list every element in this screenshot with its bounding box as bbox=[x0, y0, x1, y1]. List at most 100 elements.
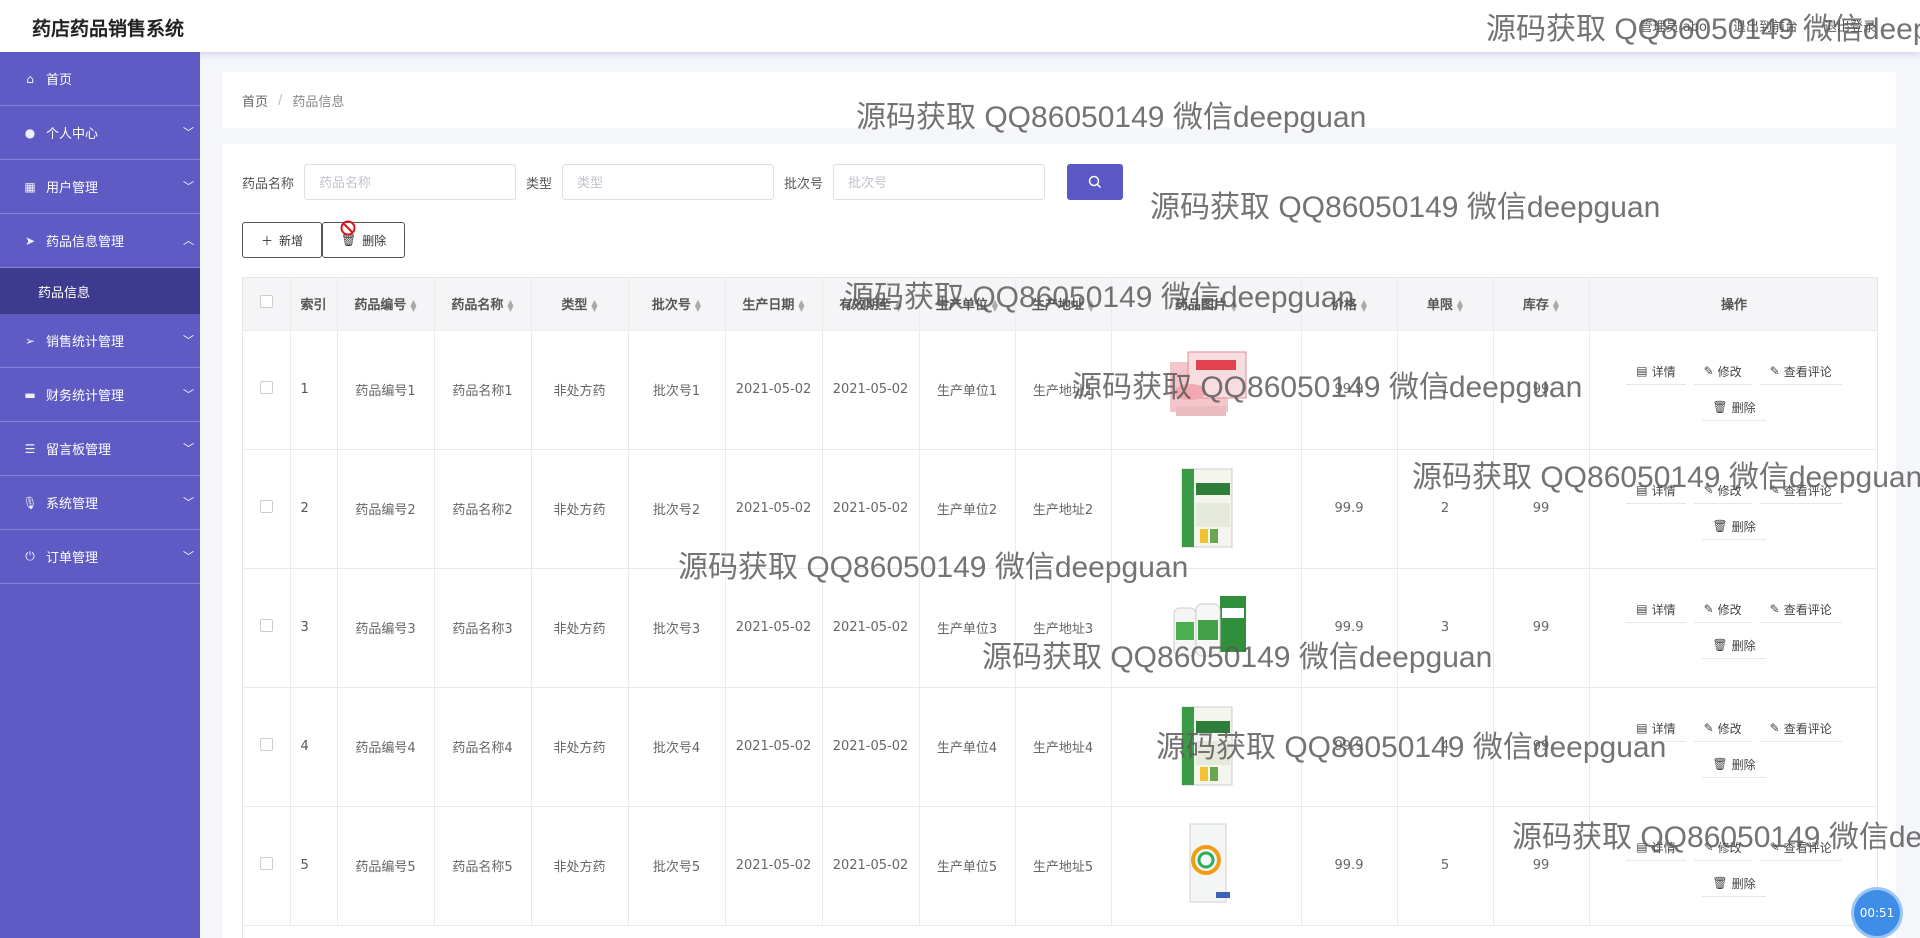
cell-stock: 99 bbox=[1493, 568, 1590, 688]
header-name[interactable]: 药品名称 ▲ ▼ bbox=[434, 278, 532, 331]
sort-icon[interactable]: ▲ ▼ bbox=[1457, 298, 1463, 312]
admin-user-link[interactable]: 管理员 abo bbox=[1640, 16, 1707, 35]
search-button[interactable] bbox=[1067, 164, 1124, 200]
sidebar-item-profile[interactable]: ● 个人中心 ﹀ bbox=[0, 106, 200, 160]
header-label: 单限 bbox=[1426, 298, 1453, 314]
view-reviews-button[interactable]: ✎ 查看评论 bbox=[1759, 359, 1842, 385]
header-limit[interactable]: 单限 ▲ ▼ bbox=[1397, 278, 1494, 331]
document-icon: ▤ bbox=[1636, 364, 1648, 378]
drug-image[interactable] bbox=[1160, 701, 1252, 789]
sort-icon[interactable]: ▲ ▼ bbox=[1231, 298, 1237, 312]
drug-image[interactable] bbox=[1160, 582, 1252, 670]
edit-button[interactable]: ✎ 修改 bbox=[1693, 359, 1752, 385]
sidebar-item-orders[interactable]: ⏻ 订单管理 ﹀ bbox=[0, 530, 200, 584]
sort-icon[interactable]: ▲ ▼ bbox=[992, 298, 998, 312]
pencil-icon: ✎ bbox=[1703, 840, 1714, 854]
batch-delete-button[interactable]: 🗑 删除 bbox=[322, 222, 406, 258]
detail-button[interactable]: ▤ 详情 bbox=[1626, 478, 1686, 504]
detail-button[interactable]: ▤ 详情 bbox=[1626, 597, 1686, 623]
header-label: 价格 bbox=[1330, 298, 1357, 314]
logout-link[interactable]: 退出登录 bbox=[1824, 16, 1876, 35]
edit-button[interactable]: ✎ 修改 bbox=[1693, 835, 1752, 861]
header-address[interactable]: 生产地址 ▲ ▼ bbox=[1015, 278, 1112, 331]
header-image[interactable]: 药品图片 ▲ ▼ bbox=[1111, 278, 1302, 331]
cell-name: 药品名称5 bbox=[434, 806, 532, 926]
sort-icon[interactable]: ▲ ▼ bbox=[1361, 298, 1367, 312]
row-checkbox[interactable] bbox=[259, 381, 273, 394]
sidebar-item-sales-stats[interactable]: ➢ 销售统计管理 ﹀ bbox=[0, 314, 200, 368]
edit-button[interactable]: ✎ 修改 bbox=[1693, 716, 1752, 742]
cell-type: 非处方药 bbox=[531, 806, 629, 926]
row-checkbox[interactable] bbox=[259, 619, 273, 632]
drug-image[interactable] bbox=[1160, 463, 1252, 551]
edit-button[interactable]: ✎ 修改 bbox=[1693, 597, 1752, 623]
document-icon: ▤ bbox=[1636, 602, 1648, 616]
row-delete-button[interactable]: 🗑 删除 bbox=[1702, 514, 1766, 540]
detail-button[interactable]: ▤ 详情 bbox=[1626, 716, 1686, 742]
breadcrumb-home[interactable]: 首页 bbox=[242, 91, 268, 110]
row-select-cell[interactable] bbox=[243, 449, 291, 569]
row-delete-button[interactable]: 🗑 删除 bbox=[1702, 633, 1766, 659]
header-stock[interactable]: 库存 ▲ ▼ bbox=[1493, 278, 1590, 331]
detail-label: 详情 bbox=[1651, 602, 1676, 617]
sidebar-item-drug-management[interactable]: ➤ 药品信息管理 ︿ bbox=[0, 214, 200, 268]
detail-label: 详情 bbox=[1651, 840, 1676, 855]
row-checkbox[interactable] bbox=[259, 857, 273, 870]
cell-batch: 批次号2 bbox=[628, 449, 726, 569]
sidebar-item-finance-stats[interactable]: ▬ 财务统计管理 ﹀ bbox=[0, 368, 200, 422]
row-select-cell[interactable] bbox=[243, 568, 291, 688]
sidebar-subitem-drug-info[interactable]: 药品信息 bbox=[0, 268, 200, 314]
select-all-cell[interactable] bbox=[243, 278, 291, 331]
detail-button[interactable]: ▤ 详情 bbox=[1626, 359, 1686, 385]
type-input[interactable] bbox=[562, 164, 775, 200]
row-delete-button[interactable]: 🗑 删除 bbox=[1702, 752, 1766, 778]
sidebar-item-users[interactable]: ▦ 用户管理 ﹀ bbox=[0, 160, 200, 214]
front-exit-link[interactable]: 退出到前台 bbox=[1733, 16, 1798, 35]
view-reviews-button[interactable]: ✎ 查看评论 bbox=[1759, 478, 1842, 504]
cell-name: 药品名称2 bbox=[434, 449, 532, 569]
sidebar-item-label: 用户管理 bbox=[46, 181, 99, 196]
view-reviews-button[interactable]: ✎ 查看评论 bbox=[1759, 835, 1842, 861]
sort-icon[interactable]: ▲ ▼ bbox=[1553, 298, 1559, 312]
view-reviews-button[interactable]: ✎ 查看评论 bbox=[1759, 716, 1842, 742]
header-code[interactable]: 药品编号 ▲ ▼ bbox=[337, 278, 435, 331]
sidebar-item-system[interactable]: 🎙 系统管理 ﹀ bbox=[0, 476, 200, 530]
sort-icon[interactable]: ▲ ▼ bbox=[895, 298, 901, 312]
row-select-cell[interactable] bbox=[243, 687, 291, 807]
batch-input[interactable] bbox=[833, 164, 1046, 200]
view-reviews-button[interactable]: ✎ 查看评论 bbox=[1759, 597, 1842, 623]
row-checkbox[interactable] bbox=[259, 500, 273, 513]
sort-icon[interactable]: ▲ ▼ bbox=[591, 298, 597, 312]
header-unit[interactable]: 生产单位 ▲ ▼ bbox=[919, 278, 1016, 331]
type-label: 类型 bbox=[526, 176, 553, 192]
add-button[interactable]: ＋ 新增 bbox=[242, 222, 323, 258]
header-price[interactable]: 价格 ▲ ▼ bbox=[1301, 278, 1398, 331]
drug-image[interactable] bbox=[1160, 344, 1252, 432]
header-batch[interactable]: 批次号 ▲ ▼ bbox=[628, 278, 726, 331]
header-prod-date[interactable]: 生产日期 ▲ ▼ bbox=[725, 278, 823, 331]
drug-name-input[interactable] bbox=[304, 164, 517, 200]
row-delete-button[interactable]: 🗑 删除 bbox=[1702, 395, 1766, 421]
sidebar-item-message-board[interactable]: ☰ 留言板管理 ﹀ bbox=[0, 422, 200, 476]
row-checkbox[interactable] bbox=[259, 738, 273, 751]
sort-icon[interactable]: ▲ ▼ bbox=[1088, 298, 1094, 312]
header-type[interactable]: 类型 ▲ ▼ bbox=[531, 278, 629, 331]
sort-icon[interactable]: ▲ ▼ bbox=[798, 298, 804, 312]
search-bar: 药品名称 类型 批次号 bbox=[242, 164, 1124, 200]
table-row: 1 药品编号1 药品名称1 非处方药 批次号1 2021-05-02 2021-… bbox=[243, 330, 1877, 450]
header-expiry[interactable]: 有效期至 ▲ ▼ bbox=[822, 278, 920, 331]
row-select-cell[interactable] bbox=[243, 330, 291, 450]
row-select-cell[interactable] bbox=[243, 806, 291, 926]
detail-button[interactable]: ▤ 详情 bbox=[1626, 835, 1686, 861]
row-delete-button[interactable]: 🗑 删除 bbox=[1702, 871, 1766, 897]
timer-badge[interactable]: 00:51 bbox=[1854, 890, 1900, 936]
sidebar-item-home[interactable]: ⌂ 首页 bbox=[0, 52, 200, 106]
select-all-checkbox[interactable] bbox=[259, 295, 273, 309]
sort-icon[interactable]: ▲ ▼ bbox=[507, 298, 513, 312]
sidebar-item-label: 订单管理 bbox=[46, 551, 99, 566]
sort-icon[interactable]: ▲ ▼ bbox=[410, 298, 416, 312]
edit-button[interactable]: ✎ 修改 bbox=[1693, 478, 1752, 504]
sort-icon[interactable]: ▲ ▼ bbox=[695, 298, 701, 312]
drug-image[interactable] bbox=[1160, 820, 1252, 908]
trash-icon: 🗑 bbox=[1712, 876, 1728, 890]
